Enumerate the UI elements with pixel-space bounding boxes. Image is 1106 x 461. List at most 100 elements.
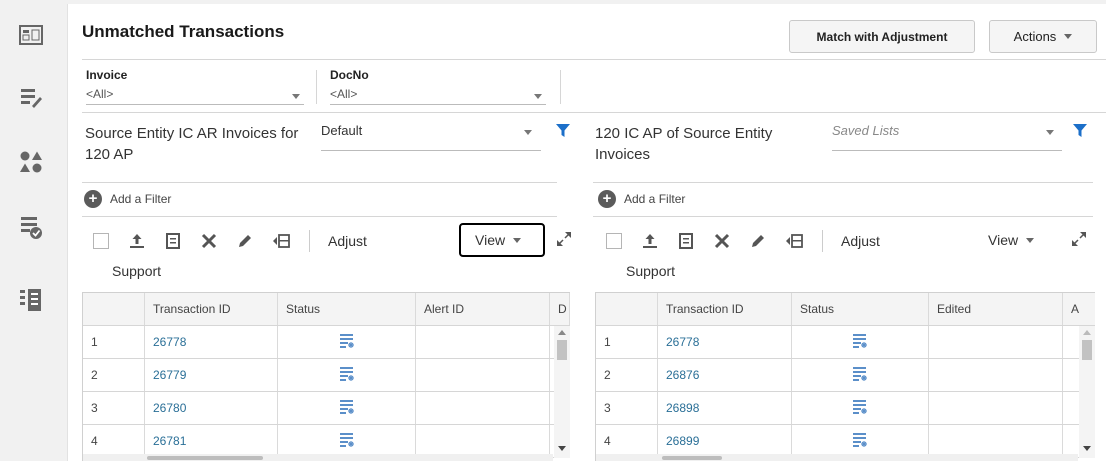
adjust-button[interactable]: Adjust bbox=[328, 233, 367, 249]
left-saved-list-select[interactable]: Default bbox=[321, 121, 541, 151]
left-add-filter[interactable]: + Add a Filter bbox=[84, 190, 171, 208]
table-row[interactable]: 1 26778 bbox=[596, 326, 1095, 359]
divider bbox=[82, 112, 1106, 113]
status-list-icon[interactable] bbox=[852, 333, 868, 352]
scroll-thumb[interactable] bbox=[1082, 340, 1092, 360]
column-header[interactable]: Edited bbox=[929, 293, 1063, 325]
upload-icon[interactable] bbox=[640, 231, 660, 251]
column-manage-icon[interactable] bbox=[784, 231, 804, 251]
transaction-id-link[interactable]: 26778 bbox=[658, 326, 792, 358]
divider bbox=[822, 230, 823, 252]
divider bbox=[560, 70, 561, 104]
scroll-thumb[interactable] bbox=[662, 456, 722, 460]
document-icon[interactable] bbox=[163, 231, 183, 251]
adjust-button[interactable]: Adjust bbox=[841, 233, 880, 249]
dashboard-icon[interactable] bbox=[19, 24, 43, 48]
right-saved-list-select[interactable]: Saved Lists bbox=[832, 121, 1062, 151]
row-number: 4 bbox=[596, 425, 658, 457]
right-support-label[interactable]: Support bbox=[626, 263, 675, 279]
edited-cell bbox=[929, 326, 1063, 358]
table-row[interactable]: 1 26778 6 bbox=[83, 326, 570, 359]
column-manage-icon[interactable] bbox=[271, 231, 291, 251]
divider bbox=[82, 216, 557, 217]
invoice-filter-underline bbox=[86, 104, 304, 105]
scroll-up-icon[interactable] bbox=[558, 330, 566, 335]
column-header bbox=[83, 293, 145, 325]
table-row[interactable]: 3 26898 bbox=[596, 392, 1095, 425]
document-icon[interactable] bbox=[676, 231, 696, 251]
main-panel: Unmatched Transactions Match with Adjust… bbox=[67, 4, 1106, 461]
status-list-icon[interactable] bbox=[852, 366, 868, 385]
horizontal-scrollbar[interactable] bbox=[83, 454, 553, 461]
row-number: 1 bbox=[83, 326, 145, 358]
left-view-menu[interactable]: View bbox=[459, 223, 545, 257]
edit-pencil-icon[interactable] bbox=[235, 231, 255, 251]
column-header[interactable]: Transaction ID bbox=[145, 293, 278, 325]
edit-list-icon[interactable] bbox=[19, 86, 43, 110]
alert-id-cell bbox=[416, 425, 550, 457]
transaction-id-link[interactable]: 26899 bbox=[658, 425, 792, 457]
transaction-id-link[interactable]: 26778 bbox=[145, 326, 278, 358]
shapes-icon[interactable] bbox=[19, 150, 43, 174]
transaction-id-link[interactable]: 26781 bbox=[145, 425, 278, 457]
column-header[interactable]: D bbox=[550, 293, 570, 325]
docno-filter-label: DocNo bbox=[330, 68, 369, 82]
upload-icon[interactable] bbox=[127, 231, 147, 251]
vertical-scrollbar[interactable] bbox=[554, 326, 570, 458]
table-row[interactable]: 2 26876 bbox=[596, 359, 1095, 392]
table-row[interactable]: 2 26779 6 bbox=[83, 359, 570, 392]
column-header[interactable]: Status bbox=[792, 293, 929, 325]
column-header[interactable]: Status bbox=[278, 293, 416, 325]
edit-pencil-icon[interactable] bbox=[748, 231, 768, 251]
transaction-id-link[interactable]: 26876 bbox=[658, 359, 792, 391]
view-label: View bbox=[475, 232, 506, 248]
actions-button[interactable]: Actions bbox=[989, 20, 1097, 53]
left-section-title: Source Entity IC AR Invoices for 120 AP bbox=[85, 125, 299, 163]
status-list-icon[interactable] bbox=[339, 333, 355, 352]
scroll-up-icon[interactable] bbox=[1083, 330, 1091, 335]
delete-icon[interactable] bbox=[712, 231, 732, 251]
transaction-id-link[interactable]: 26780 bbox=[145, 392, 278, 424]
status-list-icon[interactable] bbox=[339, 366, 355, 385]
table-header: Transaction ID Status Alert ID D bbox=[83, 293, 570, 326]
rules-list-icon[interactable] bbox=[19, 288, 43, 312]
right-view-menu[interactable]: View bbox=[974, 223, 1054, 257]
scroll-down-icon[interactable] bbox=[558, 446, 566, 451]
status-list-icon[interactable] bbox=[852, 432, 868, 451]
row-number: 3 bbox=[83, 392, 145, 424]
select-all-checkbox[interactable] bbox=[93, 233, 109, 249]
transaction-id-link[interactable]: 26779 bbox=[145, 359, 278, 391]
left-support-label[interactable]: Support bbox=[112, 263, 161, 279]
expand-icon[interactable] bbox=[556, 231, 572, 247]
table-row[interactable]: 3 26780 6 bbox=[83, 392, 570, 425]
chevron-down-icon bbox=[1064, 34, 1073, 39]
expand-icon[interactable] bbox=[1071, 231, 1087, 247]
column-header[interactable]: Transaction ID bbox=[658, 293, 792, 325]
checklist-icon[interactable] bbox=[19, 216, 43, 240]
filter-funnel-icon[interactable] bbox=[1073, 124, 1087, 138]
transaction-id-link[interactable]: 26898 bbox=[658, 392, 792, 424]
column-header[interactable]: Alert ID bbox=[416, 293, 550, 325]
divider bbox=[82, 182, 557, 183]
filter-funnel-icon[interactable] bbox=[556, 124, 570, 138]
left-toolbar: Adjust bbox=[93, 226, 367, 256]
left-rail bbox=[0, 0, 62, 461]
horizontal-scrollbar[interactable] bbox=[596, 454, 1078, 461]
docno-filter-value: <All> bbox=[330, 87, 358, 101]
scroll-thumb[interactable] bbox=[557, 340, 567, 360]
status-list-icon[interactable] bbox=[852, 399, 868, 418]
status-list-icon[interactable] bbox=[339, 399, 355, 418]
scroll-down-icon[interactable] bbox=[1083, 446, 1091, 451]
match-with-adjustment-button[interactable]: Match with Adjustment bbox=[789, 20, 975, 53]
right-add-filter[interactable]: + Add a Filter bbox=[598, 190, 685, 208]
scroll-thumb[interactable] bbox=[147, 456, 263, 460]
view-label: View bbox=[988, 232, 1019, 248]
status-cell bbox=[792, 425, 929, 457]
row-number: 4 bbox=[83, 425, 145, 457]
status-list-icon[interactable] bbox=[339, 432, 355, 451]
vertical-scrollbar[interactable] bbox=[1079, 326, 1095, 458]
page-title: Unmatched Transactions bbox=[82, 22, 285, 41]
select-all-checkbox[interactable] bbox=[606, 233, 622, 249]
delete-icon[interactable] bbox=[199, 231, 219, 251]
column-header[interactable]: A bbox=[1063, 293, 1095, 325]
